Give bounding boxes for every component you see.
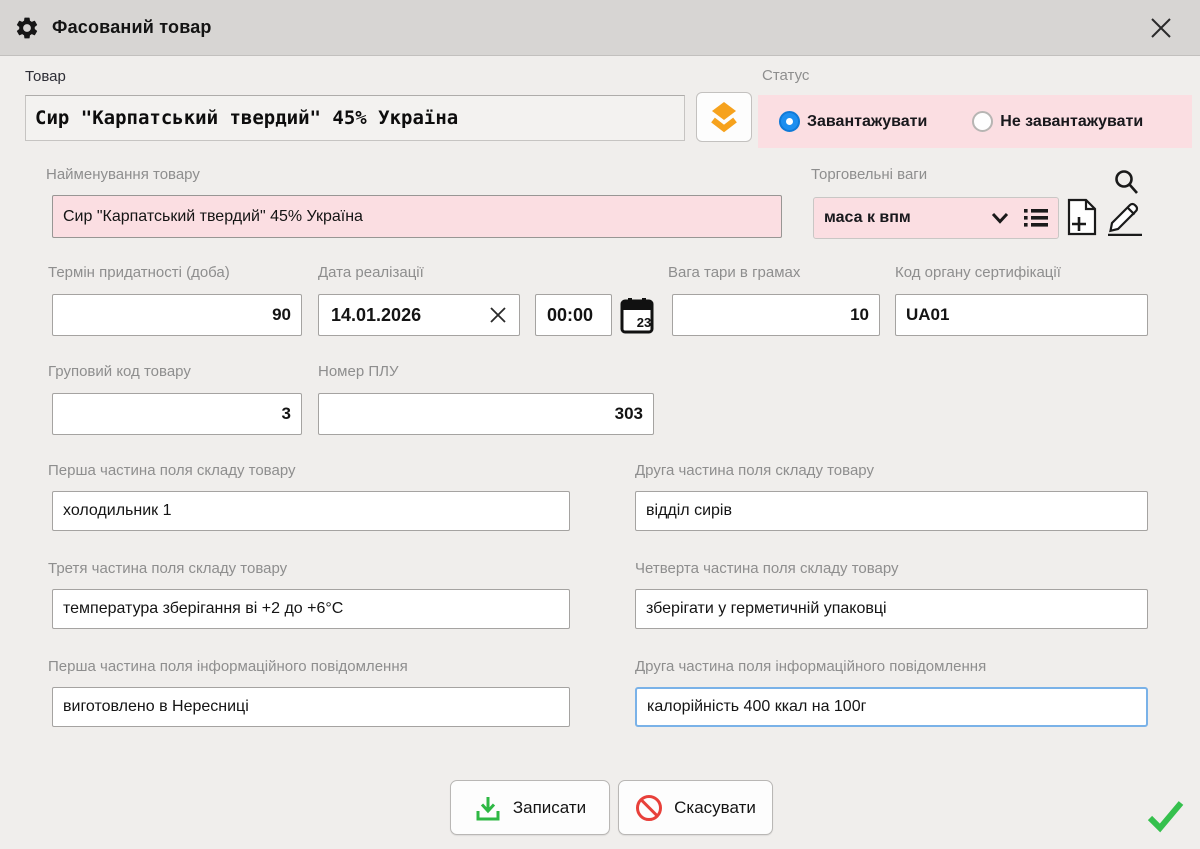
composition1-input[interactable] (52, 491, 570, 531)
info2-input[interactable] (635, 687, 1148, 727)
composition2-label: Друга частина поля складу товару (635, 462, 874, 479)
scales-combobox[interactable]: маса к впм (813, 197, 1059, 239)
packaged-goods-dialog: Фасований товар Товар Статус Завантажува… (0, 0, 1200, 849)
gear-icon (14, 15, 40, 41)
list-icon (1024, 208, 1048, 228)
group-code-label: Груповий код товару (48, 363, 191, 380)
composition3-input[interactable] (52, 589, 570, 629)
radio-label-no-load: Не завантажувати (1000, 113, 1143, 131)
save-download-icon (474, 794, 502, 822)
status-panel: Завантажувати Не завантажувати (758, 95, 1192, 148)
confirm-check-icon[interactable] (1144, 798, 1186, 834)
cancel-button-label: Скасувати (674, 798, 756, 818)
goods-name-input[interactable] (52, 195, 782, 238)
cancel-button[interactable]: Скасувати (618, 780, 773, 835)
layers-icon (708, 100, 740, 134)
shelf-life-input[interactable] (52, 294, 302, 336)
close-icon (1148, 16, 1174, 40)
radio-label-load: Завантажувати (807, 113, 927, 131)
clear-x-icon[interactable] (489, 306, 507, 324)
info1-input[interactable] (52, 687, 570, 727)
search-icon[interactable] (1112, 168, 1140, 196)
shelf-life-label: Термін придатності (доба) (48, 264, 230, 281)
sale-time-input[interactable]: 00:00 (535, 294, 612, 336)
composition4-input[interactable] (635, 589, 1148, 629)
plu-number-label: Номер ПЛУ (318, 363, 399, 380)
tare-weight-input[interactable] (672, 294, 880, 336)
sale-date-label: Дата реалізації (318, 264, 424, 281)
status-label: Статус (762, 67, 809, 84)
sale-date-value: 14.01.2026 (331, 305, 489, 326)
radio-unselected-icon (972, 111, 993, 132)
product-label: Товар (25, 68, 66, 85)
add-document-icon[interactable] (1066, 198, 1098, 236)
product-picker-button[interactable] (696, 92, 752, 142)
dialog-title: Фасований товар (52, 17, 212, 38)
sale-time-value: 00:00 (547, 305, 611, 326)
plu-number-input[interactable] (318, 393, 654, 435)
radio-option-load[interactable]: Завантажувати (779, 111, 927, 132)
composition2-input[interactable] (635, 491, 1148, 531)
tare-weight-label: Вага тари в грамах (668, 264, 800, 281)
calendar-icon[interactable]: 23 (620, 296, 654, 334)
scales-label: Торговельні ваги (811, 166, 927, 183)
info1-label: Перша частина поля інформаційного повідо… (48, 658, 408, 675)
cert-code-label: Код органу сертифікації (895, 264, 1061, 281)
group-code-input[interactable] (52, 393, 302, 435)
close-button[interactable] (1144, 12, 1178, 44)
calendar-day-number: 23 (637, 315, 651, 330)
composition3-label: Третя частина поля складу товару (48, 560, 287, 577)
edit-pencil-icon[interactable] (1104, 198, 1144, 236)
title-bar: Фасований товар (0, 0, 1200, 56)
scales-selected-value: маса к впм (824, 209, 990, 227)
goods-name-label: Найменування товару (46, 166, 200, 183)
composition1-label: Перша частина поля складу товару (48, 462, 296, 479)
composition4-label: Четверта частина поля складу товару (635, 560, 899, 577)
save-button-label: Записати (513, 798, 586, 818)
cert-code-input[interactable] (895, 294, 1148, 336)
sale-date-input[interactable]: 14.01.2026 (318, 294, 520, 336)
product-input[interactable] (25, 95, 685, 141)
save-button[interactable]: Записати (450, 780, 610, 835)
radio-option-no-load[interactable]: Не завантажувати (972, 111, 1143, 132)
chevron-down-icon (990, 211, 1010, 225)
cancel-no-entry-icon (635, 794, 663, 822)
radio-selected-icon (779, 111, 800, 132)
info2-label: Друга частина поля інформаційного повідо… (635, 658, 986, 675)
